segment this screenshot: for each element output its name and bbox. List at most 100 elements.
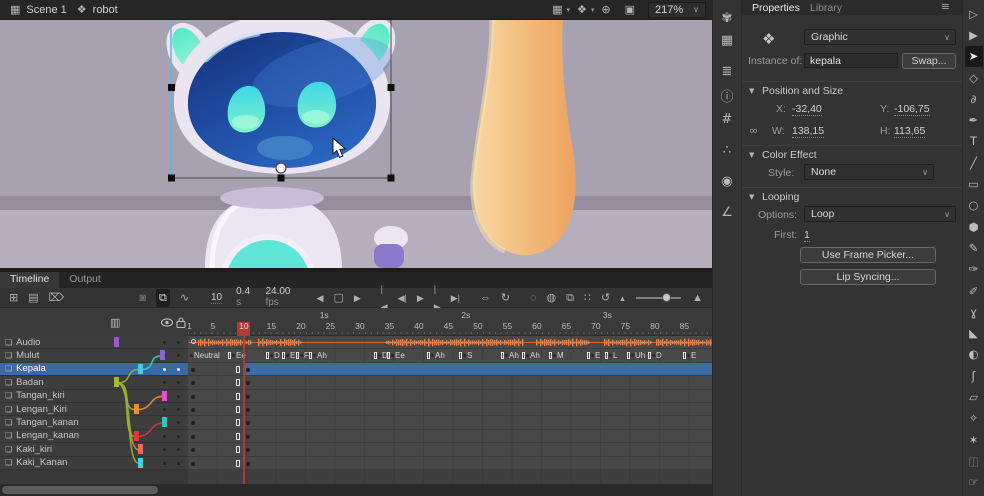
layer-row-kepala[interactable]: ❏Kepala	[0, 363, 188, 376]
center-frame-icon[interactable]: ⊕	[601, 3, 610, 16]
frame-row-mulut[interactable]: NeutralEeDEFAhDEeAhSAhAhMELUhDE	[188, 349, 712, 362]
edit-multiple-frames-button[interactable]: ⧉	[566, 289, 574, 307]
frame-row-kepala[interactable]	[188, 363, 712, 376]
keyframe-dot[interactable]	[191, 421, 195, 425]
new-folder-button[interactable]: ▤	[28, 289, 38, 307]
first-frame-value[interactable]: 1	[804, 229, 810, 242]
subselection-tool[interactable]: ▶	[965, 24, 983, 45]
layer-parent-tag[interactable]	[138, 458, 143, 468]
keyframe-end-rect[interactable]	[236, 460, 240, 467]
mouth-keyframe[interactable]: D	[266, 349, 280, 362]
keyframe-dot[interactable]	[191, 448, 195, 452]
align-panel-icon[interactable]: ≣	[722, 64, 733, 79]
cc-libraries-panel-icon[interactable]: ◉	[721, 174, 732, 189]
mouth-keyframe[interactable]: S	[459, 349, 472, 362]
camera-tool[interactable]: ◫	[965, 450, 983, 471]
eyedropper-tool[interactable]: ʃ	[965, 365, 983, 386]
audio-keyframe[interactable]	[191, 339, 196, 344]
layer-lock-dot[interactable]	[177, 368, 180, 371]
position-section-collapse-icon[interactable]: ▼	[749, 87, 754, 95]
layer-lock-dot[interactable]	[177, 462, 180, 465]
paint-bucket-tool[interactable]: ◣	[965, 322, 983, 343]
layer-row-mulut[interactable]: ❏Mulut	[0, 349, 188, 362]
h-value[interactable]: 113,65	[894, 125, 925, 138]
frame-row-audio[interactable]	[188, 336, 712, 349]
edit-scene-dropdown-icon[interactable]: ▾	[566, 6, 570, 14]
ink-bottle-tool[interactable]: ◐	[965, 344, 983, 365]
layer-parent-tag[interactable]	[162, 391, 167, 401]
layer-parent-tag[interactable]	[134, 404, 139, 414]
keyframe-dot[interactable]	[246, 368, 250, 372]
onion-skin-button[interactable]: ◌	[530, 289, 537, 307]
show-hide-column-icon[interactable]	[161, 318, 173, 327]
layer-visibility-dot[interactable]	[163, 341, 166, 344]
frames-grid[interactable]: NeutralEeDEFAhDEeAhSAhAhMELUhDE	[188, 336, 712, 470]
timeline-zoom-slider[interactable]	[636, 297, 681, 299]
fluid-brush-tool[interactable]: ✑	[965, 259, 983, 280]
rectangle-tool[interactable]: ▭	[965, 173, 983, 194]
play-button[interactable]: ▶	[417, 289, 424, 307]
color-panel-icon[interactable]: ✾	[722, 11, 733, 26]
step-back-button[interactable]: ◀	[317, 289, 324, 307]
classic-brush-tool[interactable]: ✐	[965, 280, 983, 301]
new-layer-button[interactable]: ⊞	[9, 289, 18, 307]
w-value[interactable]: 138,15	[792, 125, 824, 138]
mouth-keyframe[interactable]: E	[587, 349, 600, 362]
mouth-keyframe[interactable]: Uh	[627, 349, 645, 362]
lip-syncing-button[interactable]: Lip Syncing...	[800, 269, 936, 285]
show-parenting-view-button[interactable]: ⧉	[156, 289, 170, 307]
frame-row-tangan_kanan[interactable]	[188, 416, 712, 429]
mouth-keyframe[interactable]: E	[683, 349, 696, 362]
oval-tool[interactable]: ○	[965, 195, 983, 216]
width-tool[interactable]: ✧	[965, 408, 983, 429]
reset-timeline-zoom-button[interactable]: ↺	[601, 289, 610, 307]
layer-visibility-dot[interactable]	[163, 448, 166, 451]
motion-editor-panel-icon[interactable]: ∠	[721, 205, 733, 220]
keyframe-dot[interactable]	[246, 448, 250, 452]
layer-visibility-dot[interactable]	[163, 368, 166, 371]
mouth-keyframe[interactable]: Ah	[309, 349, 327, 362]
asset-warp-tool[interactable]: ➤	[965, 46, 983, 67]
keyframe-dot[interactable]	[246, 381, 250, 385]
keyframe-dot[interactable]	[191, 368, 195, 372]
keyframe-end-rect[interactable]	[236, 393, 240, 400]
timeline-zoom-knob[interactable]	[662, 293, 671, 302]
edit-symbol-icon[interactable]: ❖	[577, 3, 587, 16]
layer-lock-dot[interactable]	[177, 408, 180, 411]
frame-row-kaki_kanan[interactable]	[188, 457, 712, 470]
layer-lock-dot[interactable]	[177, 341, 180, 344]
keyframe-dot[interactable]	[246, 395, 250, 399]
tab-library[interactable]: Library	[810, 2, 842, 14]
selection-tool[interactable]: ▷	[965, 3, 983, 24]
layer-parent-tag[interactable]	[114, 337, 119, 347]
loop-range-button[interactable]: ⇔	[480, 289, 491, 307]
loop-frame-button[interactable]: ▢	[333, 289, 343, 307]
mouth-keyframe[interactable]: Neutral	[190, 349, 220, 362]
pen-tool[interactable]: ✒	[965, 109, 983, 130]
layer-row-lengan_kiri[interactable]: ❏Lengan_Kiri	[0, 403, 188, 416]
scrollbar-thumb[interactable]	[2, 486, 158, 494]
y-value[interactable]: -106,75	[894, 103, 930, 116]
edit-symbol-dropdown-icon[interactable]: ▾	[591, 6, 595, 14]
keyframe-dot[interactable]	[246, 435, 250, 439]
elapsed-time-value[interactable]: 0.4 s	[236, 286, 251, 309]
layer-lock-dot[interactable]	[177, 381, 180, 384]
color-style-select[interactable]: None ∨	[804, 164, 934, 180]
keyframe-dot[interactable]	[246, 421, 250, 425]
tab-properties[interactable]: Properties	[752, 2, 800, 14]
eraser-tool[interactable]: ▱	[965, 386, 983, 407]
selected-frame-span[interactable]	[245, 363, 712, 375]
timeline-zoom-out-button[interactable]: ▴	[620, 289, 625, 307]
modify-markers-button[interactable]: ∷	[584, 289, 591, 307]
mouth-keyframe[interactable]: E	[282, 349, 295, 362]
layer-visibility-dot[interactable]	[163, 381, 166, 384]
looping-collapse-icon[interactable]: ▼	[749, 193, 754, 201]
keyframe-end-rect[interactable]	[236, 366, 240, 373]
timeline-ruler[interactable]: 15101520253035404550556065707580851s2s3s	[188, 308, 712, 336]
keyframe-dot[interactable]	[191, 381, 195, 385]
layer-visibility-dot[interactable]	[163, 435, 166, 438]
layer-visibility-dot[interactable]	[163, 408, 166, 411]
layer-lock-dot[interactable]	[177, 435, 180, 438]
layer-row-badan[interactable]: ❏Badan	[0, 376, 188, 389]
layer-lock-dot[interactable]	[177, 354, 180, 357]
